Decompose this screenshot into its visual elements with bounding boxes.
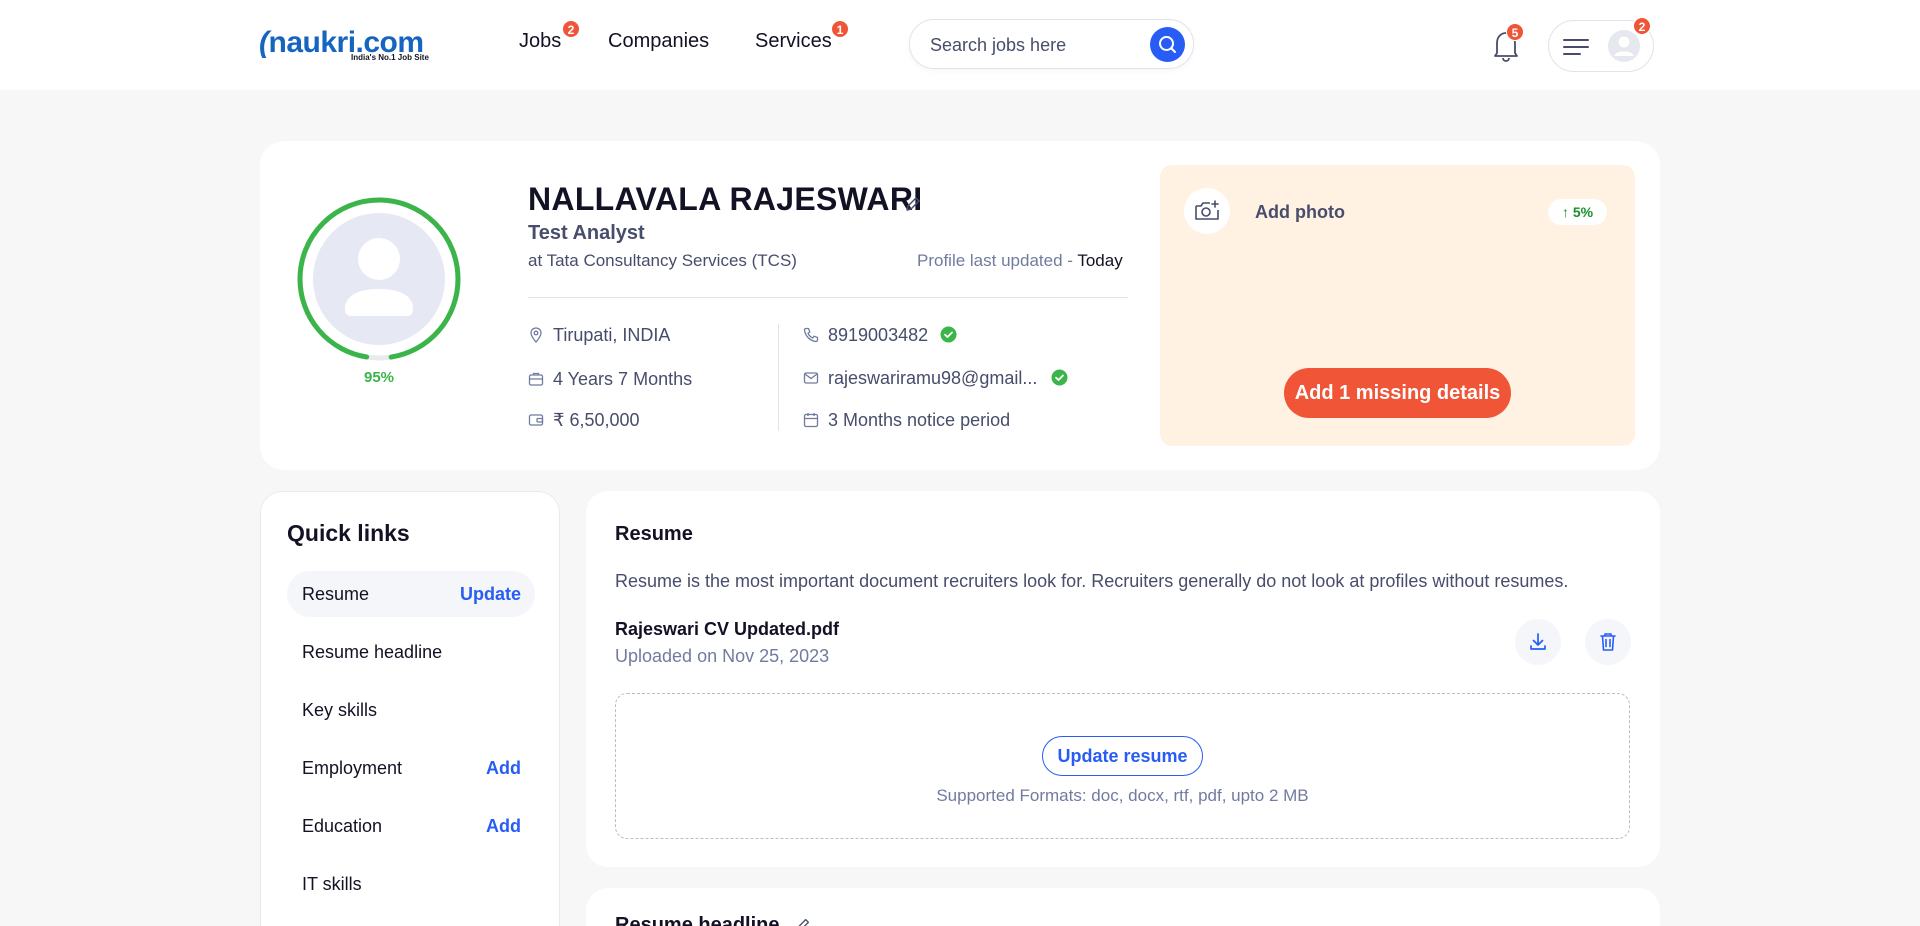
quick-link-label: Resume <box>302 584 370 604</box>
add-photo-label: Add photo <box>1255 202 1345 222</box>
quick-link-update[interactable]: Update <box>460 584 521 605</box>
delete-resume-button[interactable] <box>1585 619 1631 665</box>
hamburger-icon <box>1563 39 1589 55</box>
nav-companies[interactable]: Companies <box>608 30 709 53</box>
updated-value: Today <box>1077 251 1123 270</box>
nav-services-label: Services <box>755 30 832 52</box>
details-divider <box>778 324 779 431</box>
phone-icon <box>803 327 819 343</box>
nav-jobs-label: Jobs <box>519 30 562 52</box>
resume-description: Resume is the most important document re… <box>615 571 1569 591</box>
briefcase-icon <box>528 372 544 386</box>
quick-link-employment[interactable]: Employment Add <box>287 745 535 791</box>
resume-title: Resume <box>615 523 693 545</box>
top-header: (naukri.com India's No.1 Job Site Jobs 2… <box>0 0 1920 90</box>
notice-text: 3 Months notice period <box>828 410 1011 430</box>
quick-links-panel: Quick links Resume Update Resume headlin… <box>260 491 560 926</box>
trash-icon <box>1600 633 1616 651</box>
completion-percent: 95% <box>353 366 405 390</box>
phone-text: 8919003482 <box>828 325 929 345</box>
profile-card: 95% NALLAVALA RAJESWARI Test Analyst at … <box>260 141 1660 470</box>
email-text: rajeswariramu98@gmail... <box>828 368 1038 388</box>
download-resume-button[interactable] <box>1515 619 1561 665</box>
notifications-button[interactable]: 5 <box>1489 23 1524 63</box>
updated-label: Profile last updated - <box>917 251 1078 270</box>
salary-text: ₹ 6,50,000 <box>553 410 640 430</box>
profile-name: NALLAVALA RAJESWARI <box>528 181 923 217</box>
search-button[interactable] <box>1150 27 1185 62</box>
edit-profile-icon[interactable] <box>903 194 923 214</box>
quick-link-label: Resume headline <box>302 642 443 662</box>
profile-updated: Profile last updated - Today <box>917 251 1123 271</box>
mail-icon <box>803 372 819 384</box>
quick-link-label: Education <box>302 816 383 836</box>
quick-link-add[interactable]: Add <box>486 758 521 779</box>
profile-title: Test Analyst <box>528 222 645 244</box>
quick-link-resume[interactable]: Resume Update <box>287 571 535 617</box>
download-icon <box>1530 633 1546 650</box>
phone-verified-icon <box>940 326 957 343</box>
resume-card: Resume Resume is the most important docu… <box>586 491 1660 867</box>
profile-company: at Tata Consultancy Services (TCS) <box>528 251 797 270</box>
search-input[interactable] <box>930 32 1140 58</box>
notification-badge: 5 <box>1506 23 1524 41</box>
boost-value: 5% <box>1572 204 1594 220</box>
quick-link-key-skills[interactable]: Key skills <box>287 687 535 733</box>
quick-link-education[interactable]: Education Add <box>287 803 535 849</box>
resume-headline-title: Resume headline <box>615 914 780 926</box>
naukri-logo[interactable]: (naukri.com India's No.1 Job Site <box>259 26 449 66</box>
quick-link-label: Employment <box>302 758 403 778</box>
camera-icon <box>1195 200 1219 220</box>
search-bar <box>909 19 1194 69</box>
resume-upload-date: Uploaded on Nov 25, 2023 <box>615 646 830 666</box>
experience-text: 4 Years 7 Months <box>553 369 693 389</box>
update-resume-button[interactable]: Update resume <box>1042 736 1203 776</box>
resume-file-name: Rajeswari CV Updated.pdf <box>615 619 840 639</box>
arrow-up-icon: ↑ <box>1561 204 1573 220</box>
jobs-badge: 2 <box>562 20 580 38</box>
boost-badge: ↑ 5% <box>1548 199 1607 225</box>
missing-details-panel: Add photo ↑ 5% Add 1 missing details <box>1160 165 1635 446</box>
location-pin-icon <box>530 327 542 343</box>
add-photo-button[interactable] <box>1184 188 1230 234</box>
nav-services[interactable]: Services 1 <box>755 20 849 53</box>
resume-headline-card: Resume headline <box>586 888 1660 926</box>
menu-badge: 2 <box>1633 17 1651 35</box>
logo-tagline: India's No.1 Job Site <box>351 53 429 62</box>
profile-completion-ring[interactable]: 95% <box>296 196 462 390</box>
quick-link-label: IT skills <box>302 874 362 894</box>
quick-link-add[interactable]: Add <box>486 816 521 837</box>
quick-links-title: Quick links <box>287 520 410 546</box>
edit-headline-icon[interactable] <box>794 916 812 926</box>
supported-formats: Supported Formats: doc, docx, rtf, pdf, … <box>936 786 1309 805</box>
resume-upload-dropzone[interactable]: Update resume Supported Formats: doc, do… <box>615 693 1630 839</box>
nav-jobs[interactable]: Jobs 2 <box>519 20 580 53</box>
add-missing-details-button[interactable]: Add 1 missing details <box>1284 368 1511 418</box>
nav-companies-label: Companies <box>608 30 710 52</box>
email-verified-icon <box>1051 369 1068 386</box>
services-badge: 1 <box>831 20 849 38</box>
profile-divider <box>528 297 1128 298</box>
avatar-icon <box>1608 30 1640 62</box>
quick-link-label: Key skills <box>302 700 378 720</box>
wallet-icon <box>528 414 544 426</box>
quick-link-resume-headline[interactable]: Resume headline <box>287 629 535 675</box>
calendar-icon <box>803 413 819 428</box>
search-icon <box>1159 36 1176 53</box>
profile-menu-button[interactable]: 2 <box>1548 17 1654 72</box>
quick-link-it-skills[interactable]: IT skills <box>287 861 535 907</box>
location-text: Tirupati, INDIA <box>553 325 671 345</box>
